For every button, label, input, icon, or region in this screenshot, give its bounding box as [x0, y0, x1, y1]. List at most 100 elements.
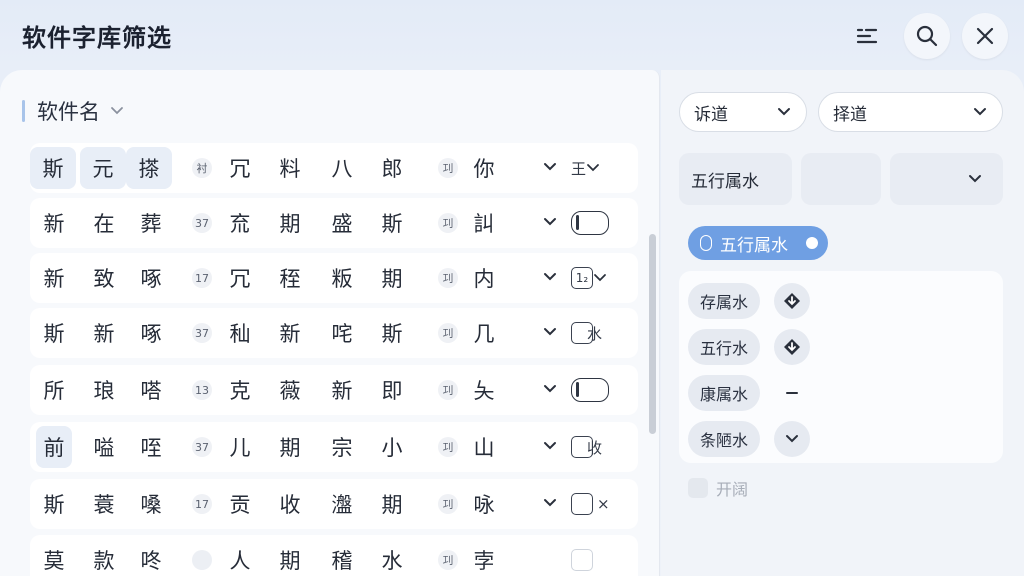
- grid-cell[interactable]: 斯: [374, 308, 410, 358]
- grid-cell[interactable]: 瀊: [324, 479, 360, 529]
- grid-cell[interactable]: 琅: [86, 365, 122, 415]
- grid-cell[interactable]: 斯: [36, 479, 72, 529]
- grid-cell[interactable]: 37: [192, 323, 212, 343]
- chevron-down-icon[interactable]: [542, 439, 558, 453]
- grid-cell[interactable]: 期: [272, 422, 308, 472]
- grid-cell[interactable]: 㓚: [438, 268, 458, 288]
- grid-cell[interactable]: 期: [272, 535, 308, 576]
- grid-cell[interactable]: 所: [36, 365, 72, 415]
- grid-cell[interactable]: 贡: [222, 479, 258, 529]
- toggle-switch[interactable]: [571, 211, 609, 235]
- toggle-switch[interactable]: [571, 378, 609, 402]
- grid-cell[interactable]: 孛: [464, 535, 504, 576]
- dropdown-1[interactable]: 诉道: [679, 92, 807, 132]
- grid-cell[interactable]: 致: [86, 253, 122, 303]
- grid-cell[interactable]: 郎: [374, 143, 410, 193]
- option-1-action[interactable]: [774, 283, 810, 319]
- grid-cell[interactable]: 咥: [132, 422, 170, 472]
- table-row[interactable]: 斯元搽衬冗料八郎 㓚你 王: [30, 143, 638, 193]
- row-control[interactable]: [571, 376, 609, 404]
- grid-cell[interactable]: 即: [374, 365, 410, 415]
- grid-cell[interactable]: 啄: [132, 308, 170, 358]
- row-control[interactable]: ×: [571, 490, 610, 518]
- scrollbar[interactable]: [649, 234, 656, 434]
- grid-cell[interactable]: 秈: [222, 308, 258, 358]
- grid-cell[interactable]: 嗌: [86, 422, 122, 472]
- grid-cell[interactable]: 㓚: [438, 494, 458, 514]
- grid-cell[interactable]: 㓚: [438, 380, 458, 400]
- grid-cell[interactable]: 㓚: [438, 550, 458, 570]
- grid-cell[interactable]: 内: [464, 253, 504, 303]
- option-2-action[interactable]: [774, 329, 810, 365]
- option-3-action[interactable]: [774, 375, 810, 411]
- row-control[interactable]: [571, 209, 609, 237]
- grid-cell[interactable]: 啄: [132, 253, 170, 303]
- checkbox[interactable]: [571, 549, 593, 571]
- grid-cell[interactable]: 夨: [464, 365, 504, 415]
- option-pill-1[interactable]: 存属水: [688, 283, 761, 319]
- grid-cell[interactable]: 㓚: [438, 437, 458, 457]
- table-row[interactable]: 前嗌咥 37 儿期宗小 㓚山 收: [30, 422, 638, 472]
- chevron-down-icon[interactable]: [542, 325, 558, 339]
- grid-cell[interactable]: 嗒: [132, 365, 170, 415]
- grid-cell[interactable]: 新: [36, 253, 72, 303]
- grid-cell[interactable]: 嗓: [132, 479, 170, 529]
- row-control[interactable]: 水: [571, 319, 602, 347]
- row-control[interactable]: [571, 546, 593, 574]
- menu-button[interactable]: [844, 13, 890, 59]
- grid-cell[interactable]: 料: [272, 143, 308, 193]
- grid-cell[interactable]: 新: [272, 308, 308, 358]
- grid-cell[interactable]: 秷: [272, 253, 308, 303]
- table-row[interactable]: 斯蓑嗓 17 贡收瀊期 㓚咏 ×: [30, 479, 638, 529]
- option-pill-2[interactable]: 五行水: [688, 329, 761, 365]
- grid-cell[interactable]: 冗: [222, 253, 258, 303]
- grid-cell[interactable]: 37: [192, 437, 212, 457]
- grid-cell[interactable]: 17: [192, 494, 212, 514]
- grid-cell[interactable]: 宗: [324, 422, 360, 472]
- grid-cell[interactable]: 新: [324, 365, 360, 415]
- option-pill-3[interactable]: 康属水: [688, 375, 761, 411]
- grid-cell[interactable]: 八: [324, 143, 360, 193]
- grid-cell[interactable]: 水: [374, 535, 410, 576]
- grid-cell[interactable]: 款: [86, 535, 122, 576]
- grid-cell[interactable]: 斯: [374, 198, 410, 248]
- grid-cell[interactable]: 咚: [132, 535, 170, 576]
- grid-cell[interactable]: 新: [36, 198, 72, 248]
- active-filter-chip[interactable]: 五行属水: [688, 226, 828, 260]
- grid-cell[interactable]: 17: [192, 268, 212, 288]
- grid-cell[interactable]: 你: [464, 143, 504, 193]
- grid-cell[interactable]: 新: [86, 308, 122, 358]
- grid-cell[interactable]: 元: [80, 147, 126, 189]
- chevron-down-icon[interactable]: [542, 496, 558, 510]
- grid-cell[interactable]: 前: [36, 426, 72, 468]
- grid-cell[interactable]: 蓑: [86, 479, 122, 529]
- grid-cell[interactable]: 咤: [324, 308, 360, 358]
- checkbox[interactable]: [571, 493, 593, 515]
- row-control[interactable]: 1₂: [571, 264, 607, 292]
- grid-cell[interactable]: 37: [192, 213, 212, 233]
- grid-cell[interactable]: 山: [464, 422, 504, 472]
- dropdown-2[interactable]: 择道: [818, 92, 1003, 132]
- grid-cell[interactable]: 克: [222, 365, 258, 415]
- grid-cell[interactable]: 盛: [324, 198, 360, 248]
- grid-cell[interactable]: 葬: [132, 198, 170, 248]
- grid-cell[interactable]: 㓚: [438, 323, 458, 343]
- chevron-down-icon[interactable]: [542, 382, 558, 396]
- chevron-down-icon[interactable]: [542, 215, 558, 229]
- grid-cell[interactable]: 粄: [324, 253, 360, 303]
- option-4-action[interactable]: [774, 421, 810, 457]
- chevron-down-icon[interactable]: [542, 270, 558, 284]
- filter-tile-2[interactable]: [801, 153, 881, 205]
- grid-cell[interactable]: 期: [374, 479, 410, 529]
- grid-cell[interactable]: 㐬: [222, 198, 258, 248]
- grid-cell[interactable]: 訆: [464, 198, 504, 248]
- grid-cell[interactable]: 小: [374, 422, 410, 472]
- table-row[interactable]: 新在葬 37 㐬期盛斯 㓚訆: [30, 198, 638, 248]
- grid-cell[interactable]: 几: [464, 308, 504, 358]
- filter-tile-3[interactable]: [890, 153, 1003, 205]
- grid-cell[interactable]: 期: [272, 198, 308, 248]
- table-row[interactable]: 新致啄 17 冗秷粄期 㓚内 1₂: [30, 253, 638, 303]
- chevron-down-icon[interactable]: [542, 160, 558, 174]
- grid-cell[interactable]: 衬: [192, 158, 212, 178]
- grid-cell[interactable]: 13: [192, 380, 212, 400]
